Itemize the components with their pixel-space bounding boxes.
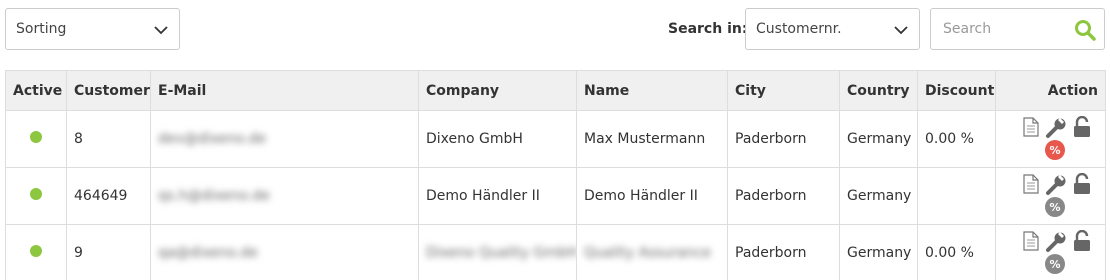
company-cell: Demo Händler II	[418, 167, 577, 225]
search-placeholder: Search	[943, 21, 992, 37]
email-value: dev@dixeno.de	[158, 131, 267, 147]
active-status-dot[interactable]	[30, 245, 42, 257]
discount-icon[interactable]: %	[1045, 197, 1065, 217]
name-value: Max Mustermann	[584, 131, 706, 147]
active-cell[interactable]	[5, 110, 67, 168]
email-cell: qs.h@dixeno.de	[150, 167, 419, 225]
company-value: Dixeno GmbH	[426, 131, 523, 147]
company-value: Dixeno Quality GmbH	[426, 245, 577, 261]
action-cell: %	[995, 110, 1106, 168]
sorting-select[interactable]: Sorting	[5, 8, 180, 50]
customer-number: 464649	[66, 167, 151, 225]
column-header-company[interactable]: Company	[418, 70, 577, 111]
table-row[interactable]: 464649 qs.h@dixeno.de Demo Händler II De…	[5, 167, 1106, 225]
chevron-down-icon	[894, 26, 908, 35]
country-cell: Germany	[839, 167, 918, 225]
discount-cell: 0.00 %	[917, 110, 996, 168]
country-cell: Germany	[839, 110, 918, 168]
column-header-active[interactable]: Active	[5, 70, 67, 111]
column-header-city[interactable]: City	[727, 70, 840, 111]
table-row[interactable]: 9 qa@dixeno.de Dixeno Quality GmbH Quali…	[5, 224, 1106, 280]
wrench-icon[interactable]	[1045, 231, 1067, 253]
customer-number: 8	[66, 110, 151, 168]
name-cell: Demo Händler II	[576, 167, 728, 225]
name-cell: Max Mustermann	[576, 110, 728, 168]
company-value: Demo Händler II	[426, 188, 540, 204]
company-cell: Dixeno Quality GmbH	[418, 224, 577, 280]
name-value: Demo Händler II	[584, 188, 698, 204]
search-input[interactable]: Search	[930, 8, 1105, 50]
discount-icon[interactable]: %	[1045, 254, 1065, 274]
search-in-label: Search in:	[668, 21, 748, 37]
column-header-country[interactable]: Country	[839, 70, 918, 111]
email-cell: dev@dixeno.de	[150, 110, 419, 168]
customer-table: Active Customer E-Mail Company Name City…	[5, 70, 1106, 280]
email-cell: qa@dixeno.de	[150, 224, 419, 280]
discount-icon[interactable]: %	[1045, 140, 1065, 160]
document-icon[interactable]	[1023, 174, 1039, 194]
wrench-icon[interactable]	[1045, 174, 1067, 196]
active-status-dot[interactable]	[30, 188, 42, 200]
column-header-discount[interactable]: Discount	[917, 70, 996, 111]
unlock-icon[interactable]	[1073, 173, 1091, 195]
document-icon[interactable]	[1023, 117, 1039, 137]
wrench-icon[interactable]	[1045, 117, 1067, 139]
name-value: Quality Assurance	[584, 245, 712, 261]
action-cell: %	[995, 224, 1106, 280]
city-cell: Paderborn	[727, 110, 840, 168]
search-in-select-value: Customernr.	[756, 21, 842, 37]
table-header-row: Active Customer E-Mail Company Name City…	[5, 70, 1106, 111]
city-cell: Paderborn	[727, 224, 840, 280]
search-in-select[interactable]: Customernr.	[745, 8, 920, 50]
sorting-select-value: Sorting	[16, 21, 67, 37]
company-cell: Dixeno GmbH	[418, 110, 577, 168]
city-cell: Paderborn	[727, 167, 840, 225]
discount-cell	[917, 167, 996, 225]
action-cell: %	[995, 167, 1106, 225]
email-value: qs.h@dixeno.de	[158, 188, 270, 204]
unlock-icon[interactable]	[1073, 116, 1091, 138]
table-row[interactable]: 8 dev@dixeno.de Dixeno GmbH Max Musterma…	[5, 110, 1106, 168]
unlock-icon[interactable]	[1073, 230, 1091, 252]
name-cell: Quality Assurance	[576, 224, 728, 280]
email-value: qa@dixeno.de	[158, 245, 258, 261]
country-cell: Germany	[839, 224, 918, 280]
search-icon[interactable]	[1074, 19, 1096, 41]
document-icon[interactable]	[1023, 231, 1039, 251]
customer-number: 9	[66, 224, 151, 280]
active-cell[interactable]	[5, 167, 67, 225]
column-header-customer[interactable]: Customer	[66, 70, 151, 111]
chevron-down-icon	[154, 26, 168, 35]
column-header-action: Action	[995, 70, 1106, 111]
column-header-name[interactable]: Name	[576, 70, 728, 111]
discount-cell: 0.00 %	[917, 224, 996, 280]
column-header-email[interactable]: E-Mail	[150, 70, 419, 111]
active-status-dot[interactable]	[30, 131, 42, 143]
active-cell[interactable]	[5, 224, 67, 280]
